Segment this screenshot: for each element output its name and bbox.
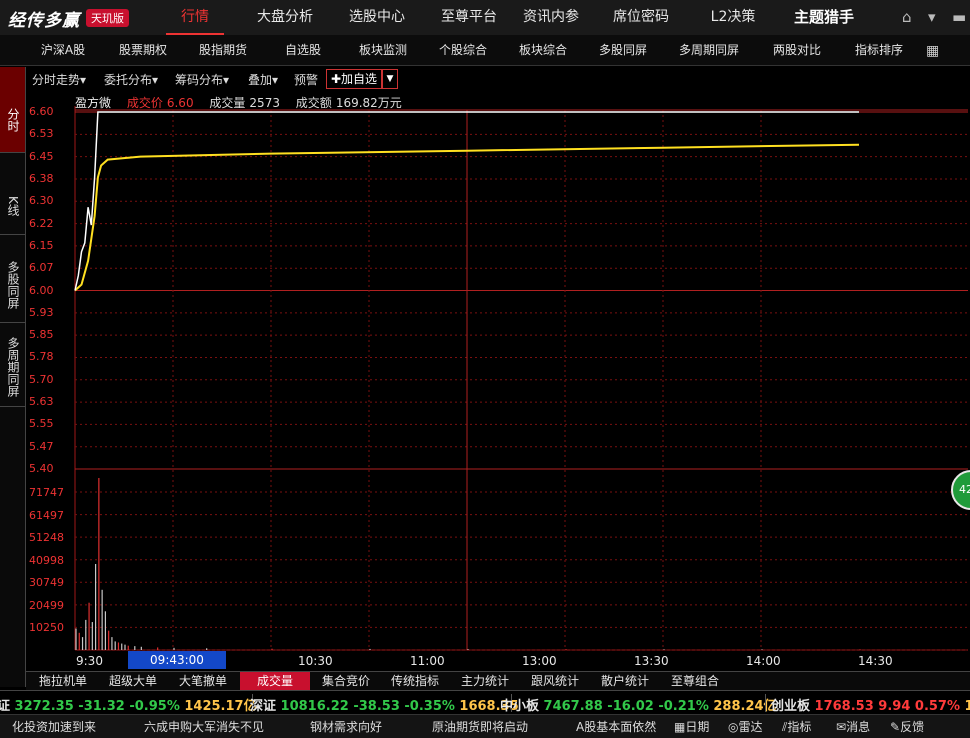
ticker-shanghai[interactable]: 上证 3272.35 -31.32 -0.95% 1425.17亿 bbox=[0, 695, 257, 714]
tab-main-force-stats[interactable]: 主力统计 bbox=[452, 672, 518, 691]
index-ticker: 上证 3272.35 -31.32 -0.95% 1425.17亿 深证 108… bbox=[0, 690, 970, 715]
ticker-sme[interactable]: 中小板 7467.88 -16.02 -0.21% 288.24亿 bbox=[500, 695, 777, 714]
tab-volume[interactable]: 成交量 bbox=[240, 672, 310, 691]
price-tick: 6.07 bbox=[29, 261, 54, 275]
price-tick: 6.53 bbox=[29, 127, 54, 141]
tab-call-auction[interactable]: 集合竞价 bbox=[314, 672, 378, 691]
radar-button[interactable]: ◎雷达 bbox=[728, 718, 763, 735]
tab-large-cancel[interactable]: 大笔撤单 bbox=[170, 672, 236, 691]
radar-icon: ◎ bbox=[728, 720, 739, 734]
price-tick: 5.63 bbox=[29, 395, 54, 409]
price-tick: 5.93 bbox=[29, 305, 54, 319]
intraday-chart[interactable] bbox=[0, 0, 970, 690]
volume-tick: 61497 bbox=[29, 508, 64, 522]
price-tick: 6.22 bbox=[29, 216, 54, 230]
price-tick: 6.60 bbox=[29, 105, 54, 118]
indicator-button[interactable]: ⫽指标 bbox=[782, 718, 811, 735]
date-button[interactable]: ▦日期 bbox=[674, 718, 709, 735]
tab-follower-stats[interactable]: 跟风统计 bbox=[522, 672, 588, 691]
news-item[interactable]: 钢材需求向好 bbox=[310, 718, 382, 735]
volume-tick: 10250 bbox=[29, 621, 64, 635]
volume-tick: 40998 bbox=[29, 553, 64, 567]
news-item[interactable]: 六成申购大军消失不见 bbox=[144, 718, 264, 735]
time-tick: 14:00 bbox=[746, 654, 781, 668]
price-tick: 5.40 bbox=[29, 462, 54, 475]
tab-super-large-orders[interactable]: 超级大单 bbox=[100, 672, 166, 691]
message-icon: ✉ bbox=[836, 720, 847, 734]
news-item[interactable]: 化投资加速到来 bbox=[12, 718, 96, 735]
price-tick: 5.78 bbox=[29, 350, 54, 364]
indicator-tabs: 拖拉机单 超级大单 大笔撤单 成交量 集合竞价 传统指标 主力统计 跟风统计 散… bbox=[26, 671, 970, 691]
time-tick: 14:30 bbox=[858, 654, 893, 668]
price-tick: 6.15 bbox=[29, 238, 54, 252]
time-tick: 10:30 bbox=[298, 654, 333, 668]
edit-icon: ✎ bbox=[890, 720, 901, 734]
price-tick: 5.70 bbox=[29, 372, 54, 386]
volume-tick: 71747 bbox=[29, 486, 64, 499]
volume-tick: 51248 bbox=[29, 531, 64, 545]
time-tick: 13:00 bbox=[522, 654, 557, 668]
price-tick: 6.45 bbox=[29, 149, 54, 163]
message-button[interactable]: ✉消息 bbox=[836, 718, 870, 735]
news-bar: 化投资加速到来 六成申购大军消失不见 钢材需求向好 原油期货即将启动 A股基本面… bbox=[0, 714, 970, 738]
feedback-button[interactable]: ✎反馈 bbox=[890, 718, 924, 735]
time-tick: 11:00 bbox=[410, 654, 445, 668]
news-item[interactable]: 原油期货即将启动 bbox=[432, 718, 528, 735]
price-tick: 5.47 bbox=[29, 439, 54, 453]
price-tick: 6.38 bbox=[29, 171, 54, 185]
tab-tractor-orders[interactable]: 拖拉机单 bbox=[30, 672, 96, 691]
ticker-shenzhen[interactable]: 深证 10816.22 -38.53 -0.35% 1668.35 bbox=[250, 695, 519, 714]
price-tick: 6.30 bbox=[29, 194, 54, 208]
tab-premium-combo[interactable]: 至尊组合 bbox=[662, 672, 728, 691]
time-tick: 9:30 bbox=[76, 654, 103, 668]
tab-retail-stats[interactable]: 散户统计 bbox=[592, 672, 658, 691]
news-item[interactable]: A股基本面依然 bbox=[576, 718, 656, 735]
ticker-chinext[interactable]: 创业板 1768.53 9.94 0.57% 14 bbox=[771, 695, 970, 714]
price-tick: 5.85 bbox=[29, 328, 54, 342]
time-tick: 13:30 bbox=[634, 654, 669, 668]
tab-traditional-indicators[interactable]: 传统指标 bbox=[382, 672, 448, 691]
price-tick: 6.00 bbox=[29, 283, 54, 297]
price-tick: 5.55 bbox=[29, 417, 54, 431]
calendar-icon: ▦ bbox=[674, 720, 686, 734]
volume-tick: 30749 bbox=[29, 576, 64, 590]
volume-tick: 20499 bbox=[29, 598, 64, 612]
crosshair-time-label: 09:43:00 bbox=[128, 651, 226, 669]
